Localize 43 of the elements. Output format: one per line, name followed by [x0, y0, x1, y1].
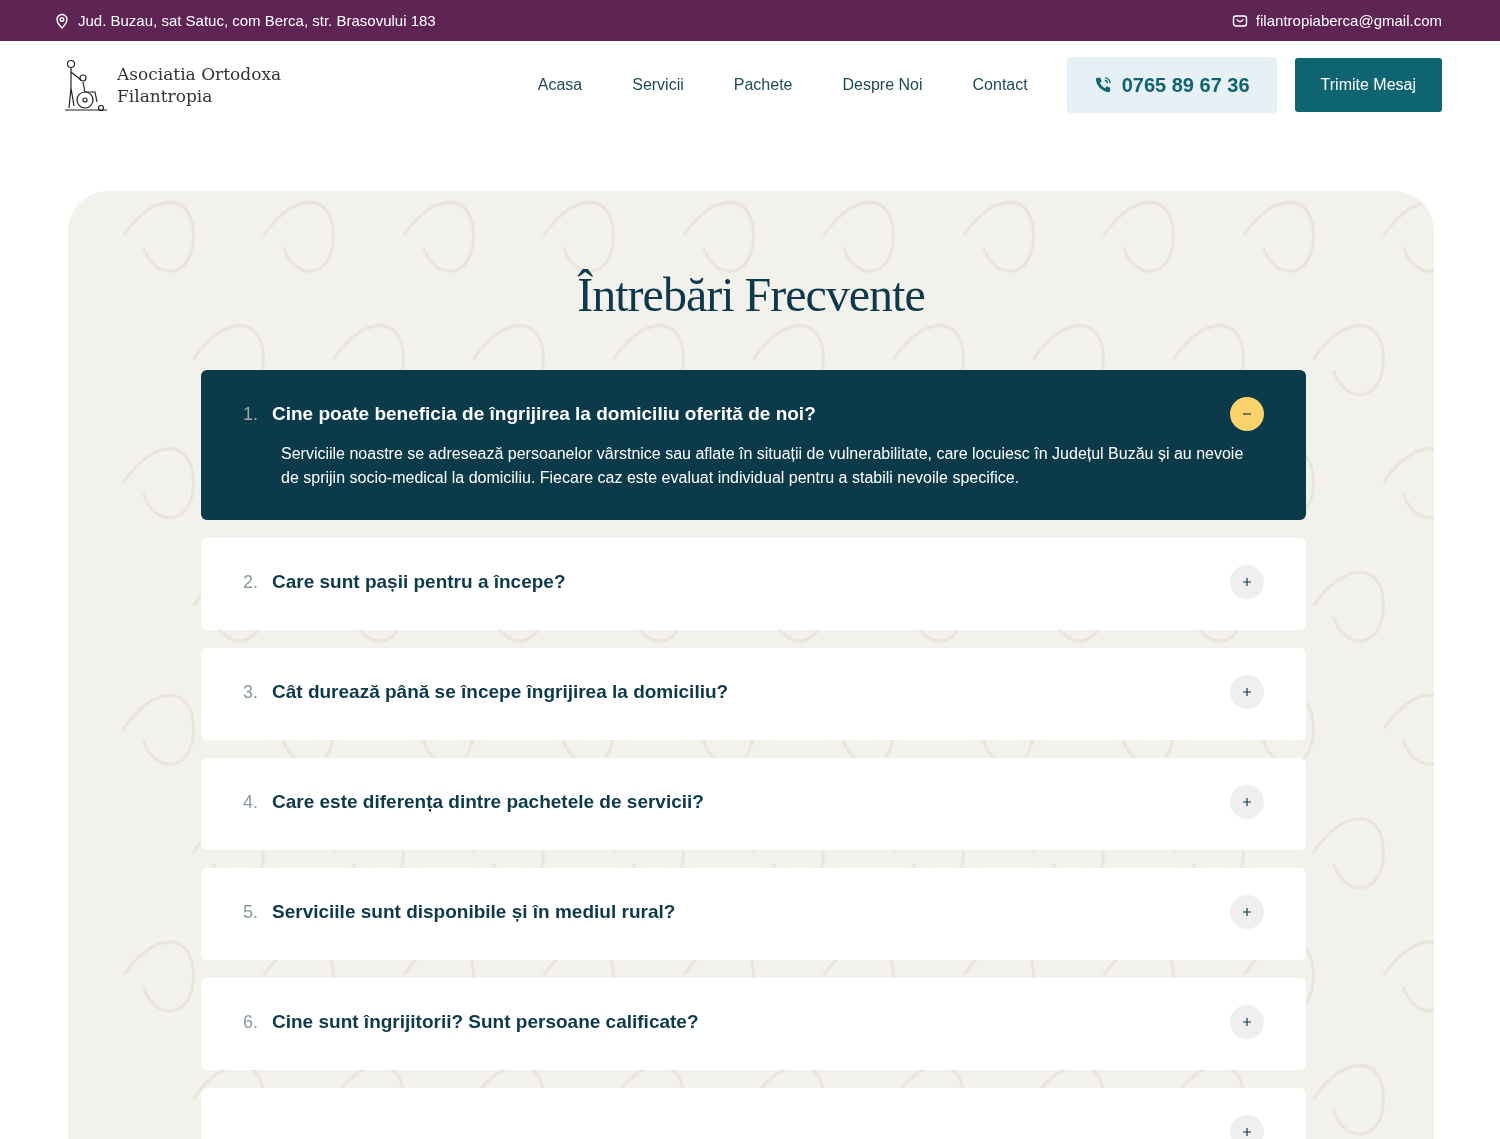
send-message-button[interactable]: Trimite Mesaj [1294, 58, 1442, 112]
collapse-icon[interactable] [1230, 397, 1264, 431]
question-number: 5. [243, 901, 258, 923]
question-text: Care este diferența dintre pachetele de servicii? [272, 791, 704, 813]
nav-link[interactable]: Servicii [607, 76, 709, 94]
expand-icon[interactable] [1230, 895, 1264, 929]
email-link[interactable]: filantropiaberca@gmail.com [1255, 12, 1442, 29]
phone-button[interactable]: 0765 89 67 36 [1066, 57, 1277, 113]
question-text: Cât durează până se începe îngrijirea la domiciliu? [272, 681, 729, 703]
question-number: 2. [243, 571, 258, 593]
section-title: Întrebări Frecvente [576, 267, 926, 322]
question-text: Cine sunt îngrijitorii? Sunt persoane calificate? [272, 1011, 699, 1033]
caregiver-wheelchair-drawing [63, 58, 109, 112]
envelope-icon [1231, 12, 1248, 29]
question-text: Care sunt pașii pentru a începe? [272, 571, 566, 593]
expand-icon[interactable] [1230, 565, 1264, 599]
question-text: Serviciile sunt disponibile și în mediul rural? [272, 901, 676, 923]
expand-icon[interactable] [1230, 1005, 1264, 1039]
question-number: 1. [243, 403, 258, 425]
address-text: Jud. Buzau, sat Satuc, com Berca, str. Brasovului 183 [78, 12, 436, 29]
faq-item[interactable]: 2. Care sunt pașii pentru a începe? [201, 538, 1306, 630]
faq-item[interactable]: 6. Cine sunt îngrijitorii? Sunt persoane calificate? [201, 978, 1306, 1070]
phone-number: 0765 89 67 36 [1121, 73, 1250, 97]
faq-item[interactable]: 5. Serviciile sunt disponibile și în mediul rural? [201, 868, 1306, 960]
nav-link[interactable]: Acasa [512, 76, 608, 94]
expand-icon[interactable] [1230, 1115, 1264, 1139]
question-number: 4. [243, 791, 258, 813]
faq-item[interactable]: 3. Cât durează până se începe îngrijirea la domiciliu? [201, 648, 1306, 740]
logo-text: Filantropia [117, 85, 214, 107]
question-number: 6. [243, 1011, 258, 1033]
expand-icon[interactable] [1230, 675, 1264, 709]
faq-item[interactable]: 4. Care este diferența dintre pachetele de servicii? [201, 758, 1306, 850]
phone-icon [1093, 76, 1112, 94]
nav-link[interactable]: Despre Noi [817, 76, 948, 94]
question-number: 3. [243, 681, 258, 703]
location-pin-icon [54, 12, 70, 29]
faq-item[interactable] [201, 370, 1306, 520]
question-text: Cine poate beneficia de îngrijirea la domiciliu oferită de noi? [272, 403, 816, 425]
nav-link[interactable]: Pachete [708, 76, 818, 94]
logo-text: Asociatia Ortodoxa [117, 63, 282, 85]
nav-link[interactable]: Contact [947, 76, 1053, 94]
answer-text: Serviciile noastre se adresează persoanelor vârstnice sau aflate în situații de vulnerabilitate, care locuiesc în Județul Buzău și au nevoie de sprijin socio-medical la domiciliu. Fiecare caz este evaluat individual pentru a stabili nevoile specifice. [281, 444, 1245, 488]
expand-icon[interactable] [1230, 785, 1264, 819]
